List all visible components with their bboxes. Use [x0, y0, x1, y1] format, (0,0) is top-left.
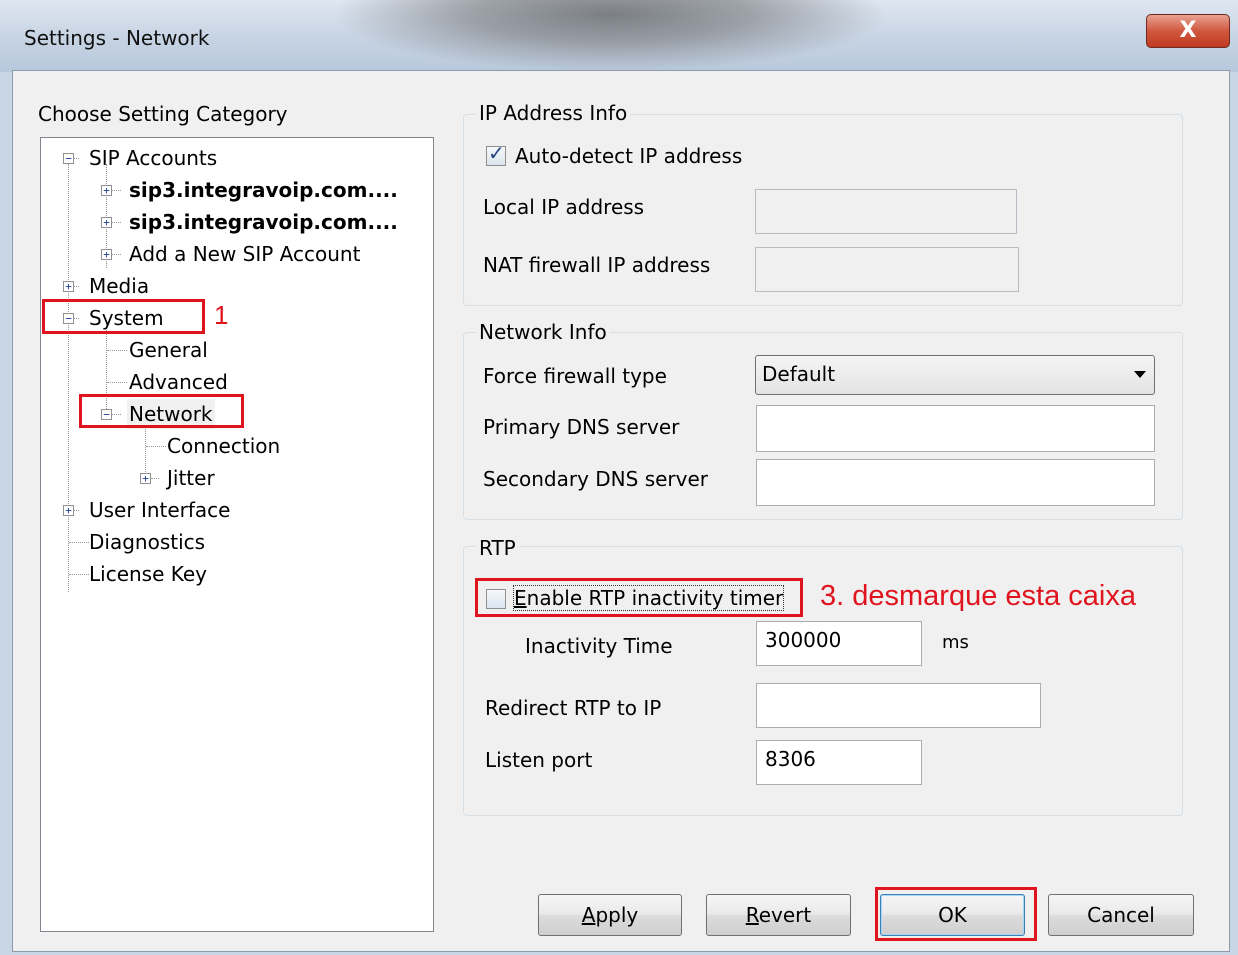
- secondary-dns-label: Secondary DNS server: [483, 467, 708, 491]
- annotation-box-ok: [875, 887, 1037, 941]
- expand-icon[interactable]: +: [101, 217, 112, 228]
- secondary-dns-field[interactable]: [756, 459, 1155, 506]
- ip-address-info-legend: IP Address Info: [476, 101, 631, 125]
- expand-icon[interactable]: +: [140, 473, 151, 484]
- close-icon: X: [1179, 18, 1197, 43]
- tree-item-jitter[interactable]: Jitter: [167, 463, 215, 493]
- tree-item-account-1[interactable]: sip3.integravoip.com....: [129, 175, 398, 205]
- firewall-type-select[interactable]: Default: [755, 355, 1155, 395]
- local-ip-field[interactable]: [755, 189, 1017, 234]
- primary-dns-field[interactable]: [756, 405, 1155, 452]
- firewall-type-label: Force firewall type: [483, 364, 667, 388]
- auto-detect-checkbox[interactable]: ✓: [486, 141, 506, 166]
- collapse-icon[interactable]: −: [63, 153, 74, 164]
- inactivity-unit: ms: [942, 632, 969, 653]
- nat-ip-field[interactable]: [755, 247, 1019, 292]
- tree-item-add-account[interactable]: Add a New SIP Account: [129, 239, 360, 269]
- redirect-rtp-field[interactable]: [756, 683, 1041, 728]
- check-icon: ✓: [488, 141, 505, 165]
- apply-label: pply: [595, 903, 639, 927]
- redirect-rtp-label: Redirect RTP to IP: [485, 696, 662, 720]
- auto-detect-label: Auto-detect IP address: [515, 144, 743, 168]
- category-tree: − + + + + − − + + SIP Accounts sip3.inte…: [40, 137, 434, 932]
- annotation-box-rtp-timer: [475, 578, 803, 617]
- rtp-legend: RTP: [476, 536, 519, 560]
- revert-button[interactable]: Revert: [706, 894, 851, 936]
- tree-item-license-key[interactable]: License Key: [89, 559, 207, 589]
- listen-port-field[interactable]: 8306: [756, 740, 922, 785]
- inactivity-time-label: Inactivity Time: [525, 634, 673, 658]
- inactivity-time-field[interactable]: 300000: [756, 621, 922, 666]
- revert-label: evert: [758, 903, 812, 927]
- tree-item-general[interactable]: General: [129, 335, 208, 365]
- title-bar-background: [330, 0, 890, 72]
- annotation-box-network: [79, 394, 244, 428]
- annotation-step-3: 3. desmarque esta caixa: [820, 580, 1136, 612]
- firewall-type-value: Default: [762, 362, 836, 386]
- network-info-legend: Network Info: [476, 320, 610, 344]
- close-button[interactable]: X: [1146, 14, 1230, 48]
- listen-port-label: Listen port: [485, 748, 593, 772]
- title-bar: Settings - Network X: [0, 0, 1238, 72]
- revert-mnemonic: R: [745, 903, 759, 927]
- annotation-box-system: [42, 299, 205, 334]
- tree-item-user-interface[interactable]: User Interface: [89, 495, 230, 525]
- expand-icon[interactable]: +: [101, 185, 112, 196]
- expand-icon[interactable]: +: [63, 281, 74, 292]
- cancel-button[interactable]: Cancel: [1048, 894, 1194, 936]
- local-ip-label: Local IP address: [483, 195, 645, 219]
- apply-button[interactable]: Apply: [538, 894, 682, 936]
- category-label: Choose Setting Category: [38, 102, 288, 126]
- tree-item-connection[interactable]: Connection: [167, 431, 280, 461]
- window-title: Settings - Network: [24, 26, 210, 50]
- tree-item-sip-accounts[interactable]: SIP Accounts: [89, 143, 217, 173]
- apply-mnemonic: A: [581, 903, 596, 927]
- annotation-step-1: 1: [214, 300, 229, 330]
- nat-ip-label: NAT firewall IP address: [483, 253, 711, 277]
- tree-item-media[interactable]: Media: [89, 271, 149, 301]
- dropdown-arrow-icon: [1134, 371, 1146, 378]
- tree-item-advanced[interactable]: Advanced: [129, 367, 228, 397]
- primary-dns-label: Primary DNS server: [483, 415, 680, 439]
- tree-item-diagnostics[interactable]: Diagnostics: [89, 527, 205, 557]
- expand-icon[interactable]: +: [63, 505, 74, 516]
- tree-item-account-2[interactable]: sip3.integravoip.com....: [129, 207, 398, 237]
- expand-icon[interactable]: +: [101, 249, 112, 260]
